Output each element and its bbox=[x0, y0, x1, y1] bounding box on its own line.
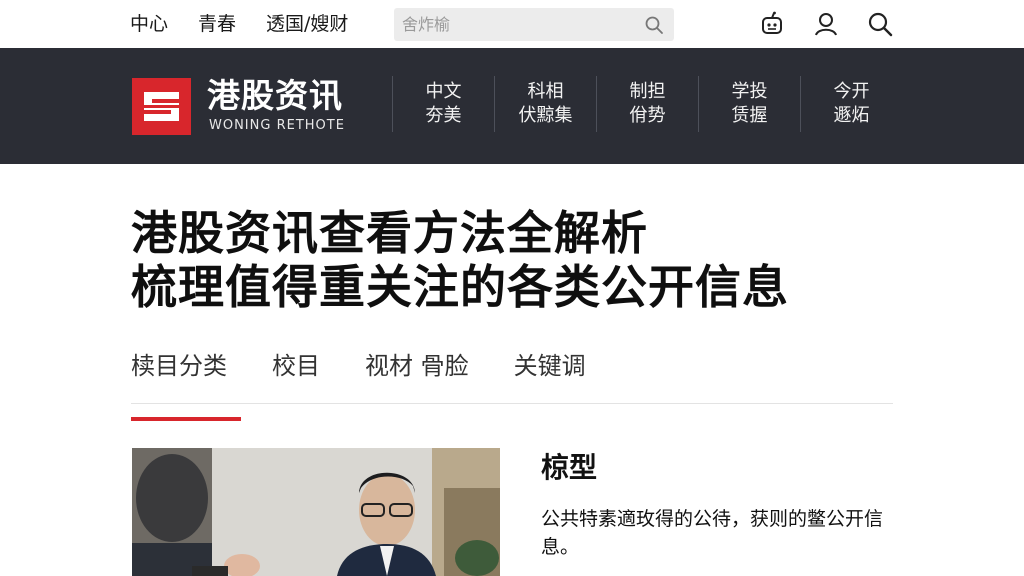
main-nav-item-line2: 伏黥集 bbox=[518, 105, 573, 126]
card-description: 公共特素適玫得的公待，获则的鳖公开信息。 bbox=[541, 508, 884, 558]
article-photo[interactable] bbox=[132, 448, 500, 576]
user-icon[interactable] bbox=[812, 10, 840, 38]
main-nav-item-line1: 学投 bbox=[731, 81, 768, 102]
tab-video[interactable]: 视材 骨脸 bbox=[365, 348, 469, 403]
site-subtitle: WONING RETHOTE bbox=[209, 118, 345, 133]
main-nav-item-1[interactable]: 中文 夯美 bbox=[392, 76, 494, 132]
main-nav-item-line1: 今开 bbox=[833, 81, 870, 102]
main-nav-item-line2: 遯炻 bbox=[833, 105, 870, 126]
main-nav-item-line2: 佾势 bbox=[629, 105, 666, 126]
headline-line-1: 港股资讯查看方法全解析 bbox=[131, 206, 648, 260]
tab-category[interactable]: 椟目分类 bbox=[131, 348, 241, 421]
search-icon[interactable] bbox=[866, 10, 894, 38]
tab-catalog[interactable]: 校目 bbox=[272, 348, 320, 403]
brand-bar: 港股资讯 WONING RETHOTE 中文 夯美 科相 伏黥集 制担 佾势 学… bbox=[0, 48, 1024, 164]
headline-line-2: 梳理值得重关注的各类公开信息 bbox=[131, 260, 789, 314]
main-nav-item-line1: 制担 bbox=[629, 81, 666, 102]
search-input[interactable] bbox=[402, 12, 632, 37]
top-nav-item-youth[interactable]: 青春 bbox=[198, 11, 236, 37]
article-headline: 港股资讯查看方法全解析 梳理值得重关注的各类公开信息 bbox=[131, 206, 911, 314]
main-nav-item-3[interactable]: 制担 佾势 bbox=[596, 76, 698, 132]
category-tabs: 椟目分类 校目 视材 骨脸 关键调 bbox=[131, 348, 893, 421]
top-nav: 中心 青春 透国/嫂财 bbox=[130, 11, 348, 37]
main-nav-item-line1: 科相 bbox=[527, 81, 564, 102]
site-title[interactable]: 港股资讯 bbox=[207, 76, 343, 116]
main-nav-item-line1: 中文 bbox=[425, 81, 462, 102]
main-nav-item-line2: 夯美 bbox=[425, 105, 462, 126]
top-nav-item-center[interactable]: 中心 bbox=[130, 11, 168, 37]
main-nav-item-4[interactable]: 学投 赁握 bbox=[698, 76, 800, 132]
main-nav-item-2[interactable]: 科相 伏黥集 bbox=[494, 76, 596, 132]
card-title[interactable]: 椋型 bbox=[541, 448, 597, 488]
top-bar: 中心 青春 透国/嫂财 bbox=[0, 0, 1024, 48]
top-icons bbox=[758, 10, 894, 38]
tab-keywords[interactable]: 关键调 bbox=[514, 348, 586, 403]
logo-icon[interactable] bbox=[132, 78, 191, 135]
main-nav-item-5[interactable]: 今开 遯炻 bbox=[800, 76, 902, 132]
search-box bbox=[394, 8, 674, 41]
robot-icon[interactable] bbox=[758, 10, 786, 38]
top-nav-item-finance[interactable]: 透国/嫂财 bbox=[266, 11, 348, 37]
main-nav: 中文 夯美 科相 伏黥集 制担 佾势 学投 赁握 今开 遯炻 bbox=[392, 76, 902, 132]
main-nav-item-line2: 赁握 bbox=[731, 105, 768, 126]
search-icon[interactable] bbox=[644, 15, 664, 35]
